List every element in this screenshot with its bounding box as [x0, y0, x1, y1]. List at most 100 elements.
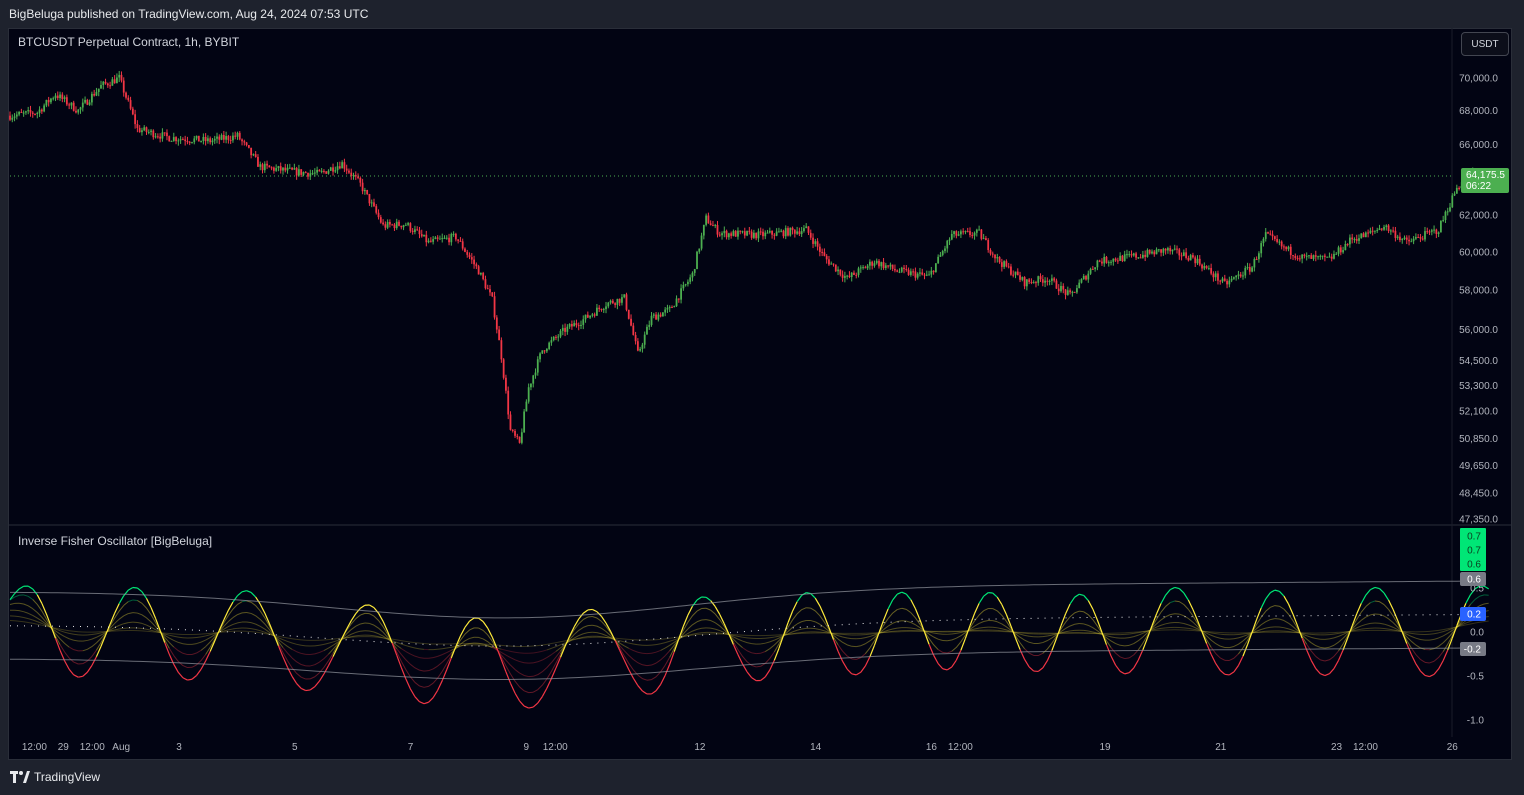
- candle-body: [912, 271, 915, 273]
- candle-body: [454, 233, 457, 240]
- candle-body: [762, 231, 764, 237]
- oscillator-segment: [173, 635, 179, 638]
- currency-button[interactable]: USDT: [1461, 32, 1509, 56]
- candle-body: [1378, 228, 1381, 231]
- oscillator-segment: [464, 620, 471, 628]
- indicator-title[interactable]: Inverse Fisher Oscillator [BigBeluga]: [18, 534, 212, 548]
- candle-body: [982, 238, 985, 240]
- oscillator-segment: [191, 652, 197, 655]
- oscillator-segment: [1383, 615, 1389, 620]
- oscillator-segment: [628, 655, 634, 660]
- oscillator-segment: [1001, 628, 1007, 631]
- oscillator-segment: [637, 662, 643, 666]
- oscillator-segment: [237, 621, 243, 624]
- oscillator-segment: [310, 676, 316, 680]
- oscillator-segment: [664, 650, 671, 657]
- oscillator-segment: [137, 600, 143, 604]
- candle-body: [241, 139, 243, 142]
- oscillator-segment: [1370, 586, 1376, 591]
- oscillator-segment: [1210, 653, 1217, 664]
- candle-body: [527, 387, 530, 402]
- candle-body: [193, 138, 196, 143]
- oscillator-segment: [1128, 654, 1135, 659]
- candle-body: [1223, 278, 1226, 281]
- oscillator-segment: [469, 617, 475, 622]
- oscillator-segment: [9, 602, 15, 605]
- candle-body: [1217, 273, 1219, 281]
- oscillator-segment: [296, 643, 302, 646]
- oscillator-segment: [178, 641, 184, 645]
- price-tick-label: 47,350.0: [1459, 515, 1498, 526]
- oscillator-segment: [464, 629, 470, 635]
- oscillator-segment: [860, 637, 866, 639]
- candle-body: [687, 281, 689, 285]
- candle-body: [1151, 251, 1153, 254]
- tradingview-logo[interactable]: TradingView: [10, 770, 100, 784]
- candle-body: [393, 224, 396, 229]
- oscillator-segment: [997, 627, 1002, 630]
- candle-body: [1321, 255, 1324, 257]
- oscillator-segment: [1406, 633, 1412, 637]
- oscillator-segment: [937, 663, 944, 670]
- candle-body: [429, 240, 432, 242]
- oscillator-segment: [118, 595, 125, 604]
- candle-body: [1294, 256, 1297, 259]
- oscillator-segment: [856, 657, 861, 660]
- candle-body: [250, 147, 253, 156]
- candle-body: [495, 317, 498, 330]
- oscillator-segment: [1233, 643, 1239, 647]
- oscillator-segment: [583, 625, 588, 628]
- candle-body: [1030, 281, 1033, 283]
- candle-body: [147, 131, 150, 133]
- oscillator-segment: [178, 636, 183, 639]
- oscillator-segment: [1429, 633, 1435, 635]
- oscillator-segment: [601, 636, 607, 638]
- oscillator-segment: [369, 604, 375, 609]
- candle-body: [782, 230, 785, 237]
- oscillator-segment: [774, 637, 780, 641]
- candle-body: [1421, 238, 1424, 240]
- oscillator-segment: [814, 610, 821, 617]
- candle-body: [609, 300, 612, 303]
- candle-body: [743, 231, 746, 236]
- oscillator-segment: [910, 599, 916, 609]
- candle-body: [705, 215, 708, 225]
- oscillator-segment: [91, 649, 97, 657]
- oscillator-segment: [286, 667, 293, 677]
- candle-body: [589, 315, 591, 318]
- oscillator-segment: [59, 628, 65, 631]
- candle-body: [427, 240, 430, 243]
- oscillator-segment: [423, 685, 429, 688]
- candle-body: [1130, 254, 1133, 256]
- symbol-title[interactable]: BTCUSDT Perpetual Contract, 1h, BYBIT: [18, 35, 239, 49]
- oscillator-segment: [819, 615, 825, 623]
- candle-body: [464, 248, 466, 252]
- candle-body: [131, 108, 134, 115]
- candle-body: [279, 166, 282, 171]
- oscillator-segment: [1138, 632, 1144, 636]
- oscillator-segment: [642, 690, 648, 695]
- oscillator-segment: [1160, 594, 1167, 604]
- candle-body: [834, 264, 837, 272]
- candle-body: [1053, 278, 1056, 281]
- candle-body: [111, 79, 114, 86]
- candle-body: [871, 261, 874, 266]
- chart-canvas[interactable]: 70,000.068,000.066,000.062,000.060,000.0…: [0, 0, 1524, 795]
- candle-body: [477, 266, 480, 275]
- oscillator-segment: [501, 648, 507, 651]
- candle-body: [1196, 258, 1199, 264]
- candle-body: [220, 134, 223, 140]
- oscillator-segment: [1333, 660, 1340, 669]
- oscillator-segment: [1388, 599, 1394, 610]
- oscillator-segment: [32, 599, 38, 605]
- oscillator-segment: [1442, 637, 1449, 644]
- candle-body: [20, 112, 23, 114]
- candle-body: [443, 237, 446, 239]
- oscillator-segment: [68, 668, 75, 676]
- candle-body: [564, 327, 566, 332]
- oscillator-segment: [1233, 665, 1239, 673]
- candle-body: [395, 221, 398, 229]
- oscillator-segment: [523, 705, 529, 709]
- oscillator-segment: [1165, 614, 1171, 618]
- candle-body: [414, 229, 416, 232]
